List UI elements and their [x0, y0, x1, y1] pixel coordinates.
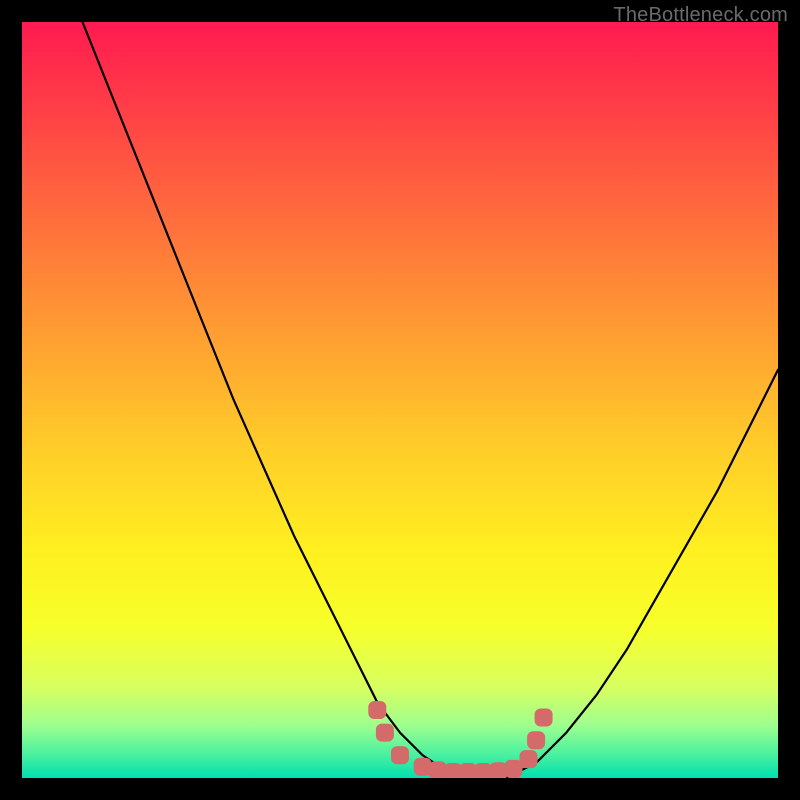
marker-dot [391, 746, 409, 764]
chart-svg [22, 22, 778, 778]
marker-dot [368, 701, 386, 719]
chart-plot-area [22, 22, 778, 778]
bottom-markers-group [368, 701, 552, 778]
marker-dot [527, 731, 545, 749]
curve-line [83, 22, 779, 778]
marker-dot [376, 724, 394, 742]
marker-dot [535, 709, 553, 727]
marker-dot [520, 750, 538, 768]
